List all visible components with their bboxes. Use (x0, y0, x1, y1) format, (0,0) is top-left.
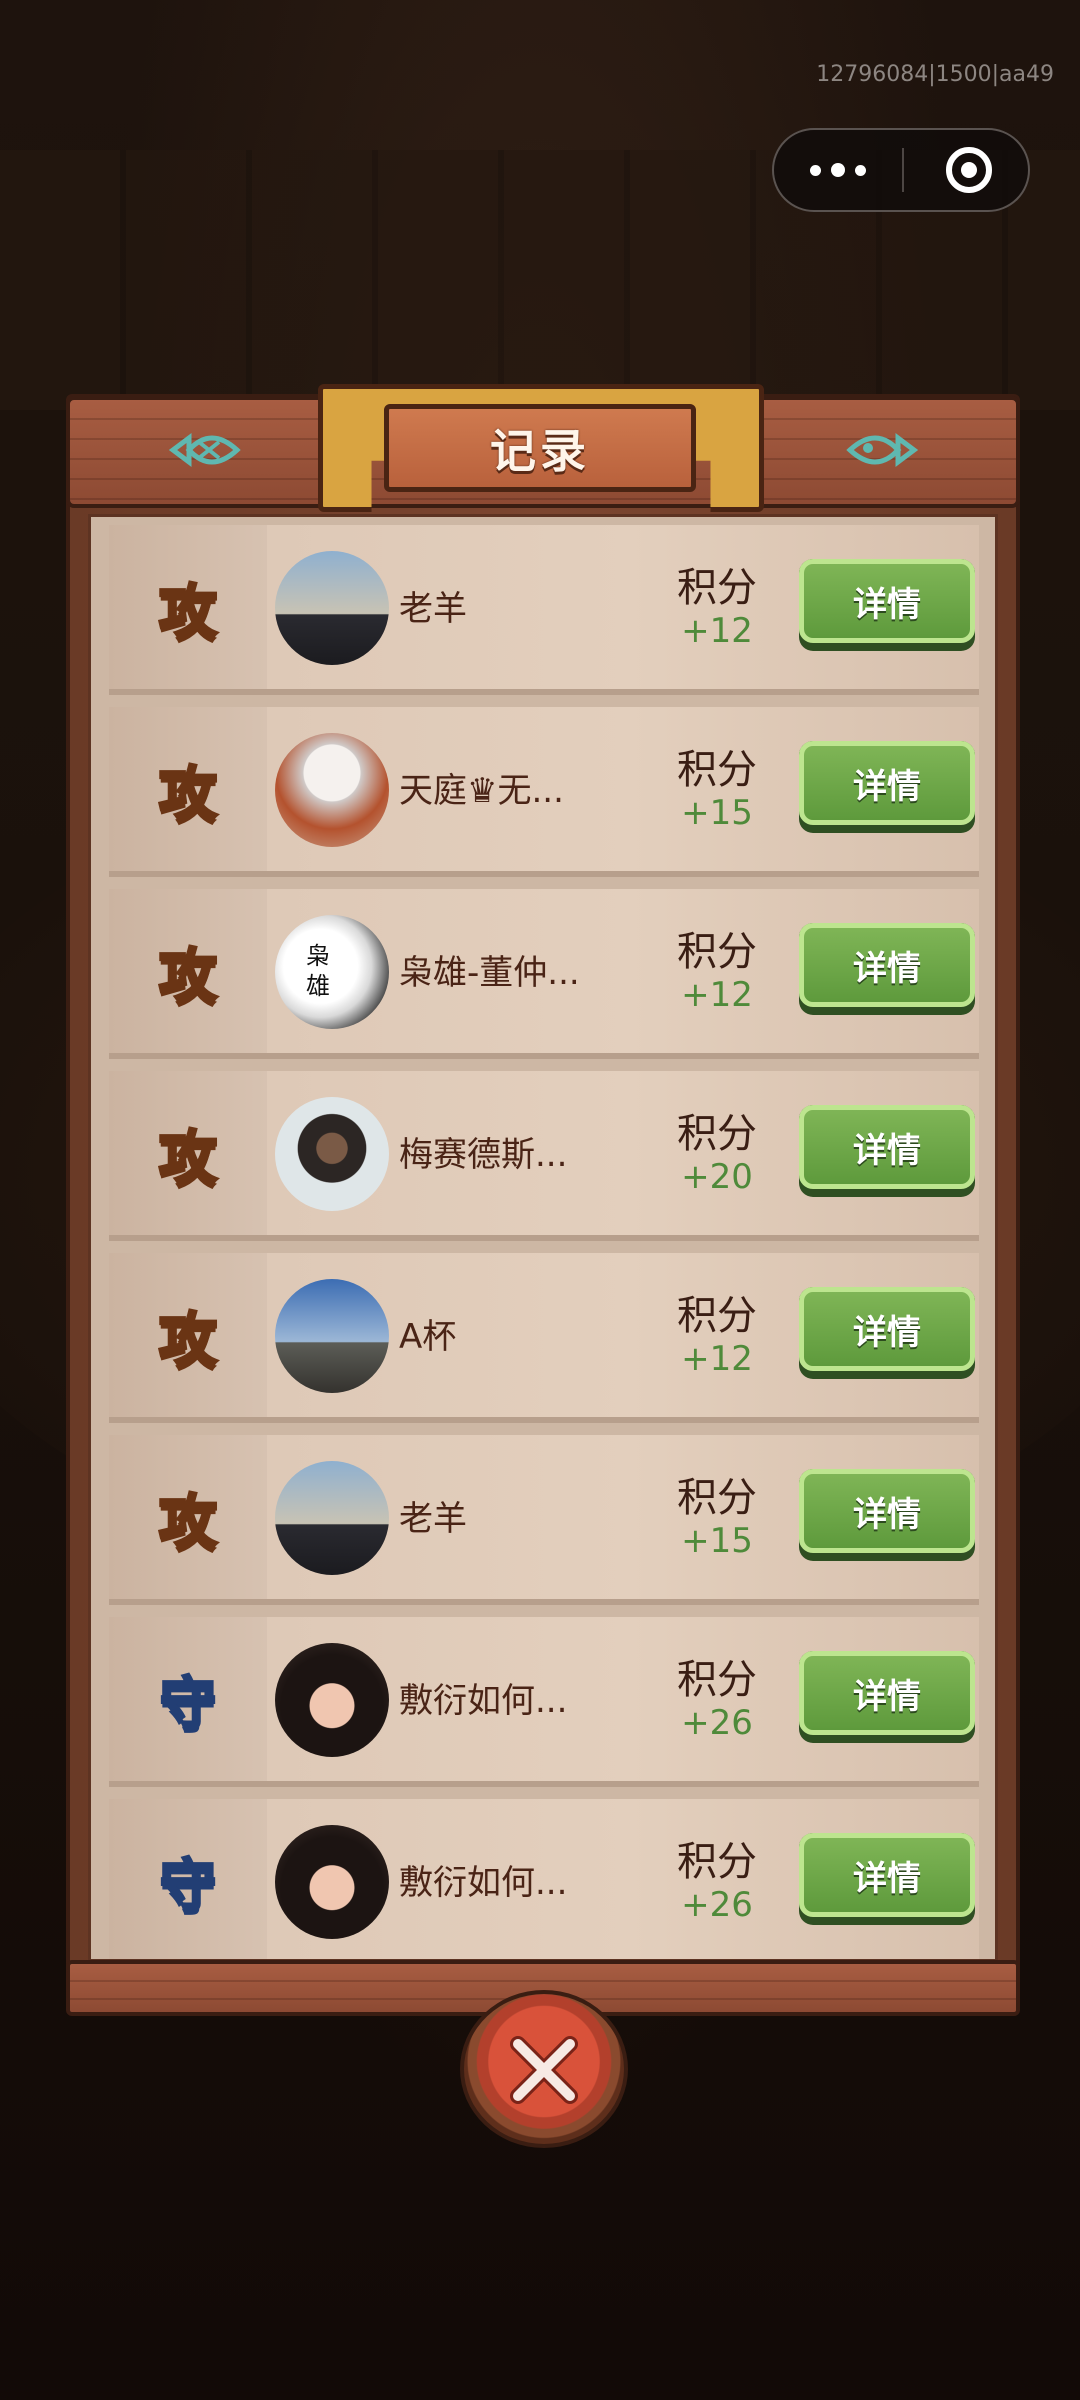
details-button[interactable]: 详情 (799, 1287, 975, 1379)
attack-badge: 攻 (157, 577, 218, 648)
score-value: +20 (681, 1157, 753, 1197)
score-label: 积分 (677, 929, 757, 975)
details-button-label: 详情 (799, 559, 975, 643)
record-row: 攻 梅赛德斯... 积分 +20 详情 (109, 1071, 979, 1241)
score-label: 积分 (677, 1657, 757, 1703)
details-button[interactable]: 详情 (799, 1105, 975, 1197)
details-button[interactable]: 详情 (799, 1469, 975, 1561)
details-button[interactable]: 详情 (799, 1833, 975, 1925)
details-button-label: 详情 (799, 1287, 975, 1371)
record-row: 守 敷衍如何... 积分 +26 详情 (109, 1799, 979, 1959)
record-row: 攻 老羊 积分 +15 详情 (109, 1435, 979, 1605)
player-name: 老羊 (399, 1499, 467, 1539)
details-button[interactable]: 详情 (799, 559, 975, 651)
records-list[interactable]: 攻 老羊 积分 +12 详情 攻 天庭♛无... 积分 +15 详情 攻 枭雄 … (88, 514, 998, 1962)
player-name: A杯 (399, 1317, 457, 1357)
player-name: 敷衍如何... (399, 1863, 568, 1903)
fish-icon (846, 433, 919, 467)
close-icon (510, 2036, 578, 2104)
details-button-label: 详情 (799, 1833, 975, 1917)
player-name: 枭雄-董仲... (399, 953, 580, 993)
score-label: 积分 (677, 1475, 757, 1521)
avatar[interactable] (275, 1279, 389, 1393)
capsule-divider (902, 148, 904, 192)
score-label: 积分 (677, 1293, 757, 1339)
fish-icon (168, 433, 241, 467)
score-value: +15 (681, 793, 753, 833)
details-button[interactable]: 详情 (799, 1651, 975, 1743)
avatar[interactable] (275, 1643, 389, 1757)
build-id-text: 12796084|1500|aa49 (816, 62, 1054, 87)
score-label: 积分 (677, 1839, 757, 1885)
details-button-label: 详情 (799, 1469, 975, 1553)
avatar[interactable] (275, 1825, 389, 1939)
attack-badge: 攻 (157, 1487, 218, 1558)
attack-badge: 攻 (157, 1305, 218, 1376)
more-dots-icon[interactable] (774, 130, 902, 210)
avatar[interactable] (275, 1461, 389, 1575)
player-name: 敷衍如何... (399, 1681, 568, 1721)
player-name: 老羊 (399, 589, 467, 629)
score-label: 积分 (677, 747, 757, 793)
score-value: +12 (681, 975, 753, 1015)
attack-badge: 攻 (157, 1123, 218, 1194)
record-row: 攻 枭雄 枭雄-董仲... 积分 +12 详情 (109, 889, 979, 1059)
score-label: 积分 (677, 1111, 757, 1157)
score-value: +15 (681, 1521, 753, 1561)
record-row: 攻 天庭♛无... 积分 +15 详情 (109, 707, 979, 877)
close-button[interactable] (460, 1990, 628, 2148)
defense-badge: 守 (159, 1670, 218, 1738)
record-row: 攻 A杯 积分 +12 详情 (109, 1253, 979, 1423)
score-value: +12 (681, 611, 753, 651)
avatar[interactable]: 枭雄 (275, 915, 389, 1029)
details-button-label: 详情 (799, 1651, 975, 1735)
game-screen: 12796084|1500|aa49 记录 攻 老羊 积分 +12 详情 攻 天… (0, 0, 1080, 2400)
details-button-label: 详情 (799, 923, 975, 1007)
defense-badge: 守 (159, 1852, 218, 1920)
player-name: 天庭♛无... (399, 771, 564, 811)
score-value: +26 (681, 1703, 753, 1743)
score-label: 积分 (677, 565, 757, 611)
details-button[interactable]: 详情 (799, 741, 975, 833)
details-button-label: 详情 (799, 1105, 975, 1189)
score-value: +12 (681, 1339, 753, 1379)
avatar[interactable] (275, 1097, 389, 1211)
miniprogram-capsule (772, 128, 1030, 212)
panel-title: 记录 (384, 404, 696, 492)
player-name: 梅赛德斯... (399, 1135, 568, 1175)
record-row: 攻 老羊 积分 +12 详情 (109, 525, 979, 695)
score-value: +26 (681, 1885, 753, 1925)
attack-badge: 攻 (157, 759, 218, 830)
details-button[interactable]: 详情 (799, 923, 975, 1015)
details-button-label: 详情 (799, 741, 975, 825)
avatar[interactable] (275, 551, 389, 665)
avatar[interactable] (275, 733, 389, 847)
avatar-calligraphy: 枭雄 (306, 942, 330, 1000)
record-row: 守 敷衍如何... 积分 +26 详情 (109, 1617, 979, 1787)
attack-badge: 攻 (157, 941, 218, 1012)
target-close-icon[interactable] (946, 147, 992, 193)
